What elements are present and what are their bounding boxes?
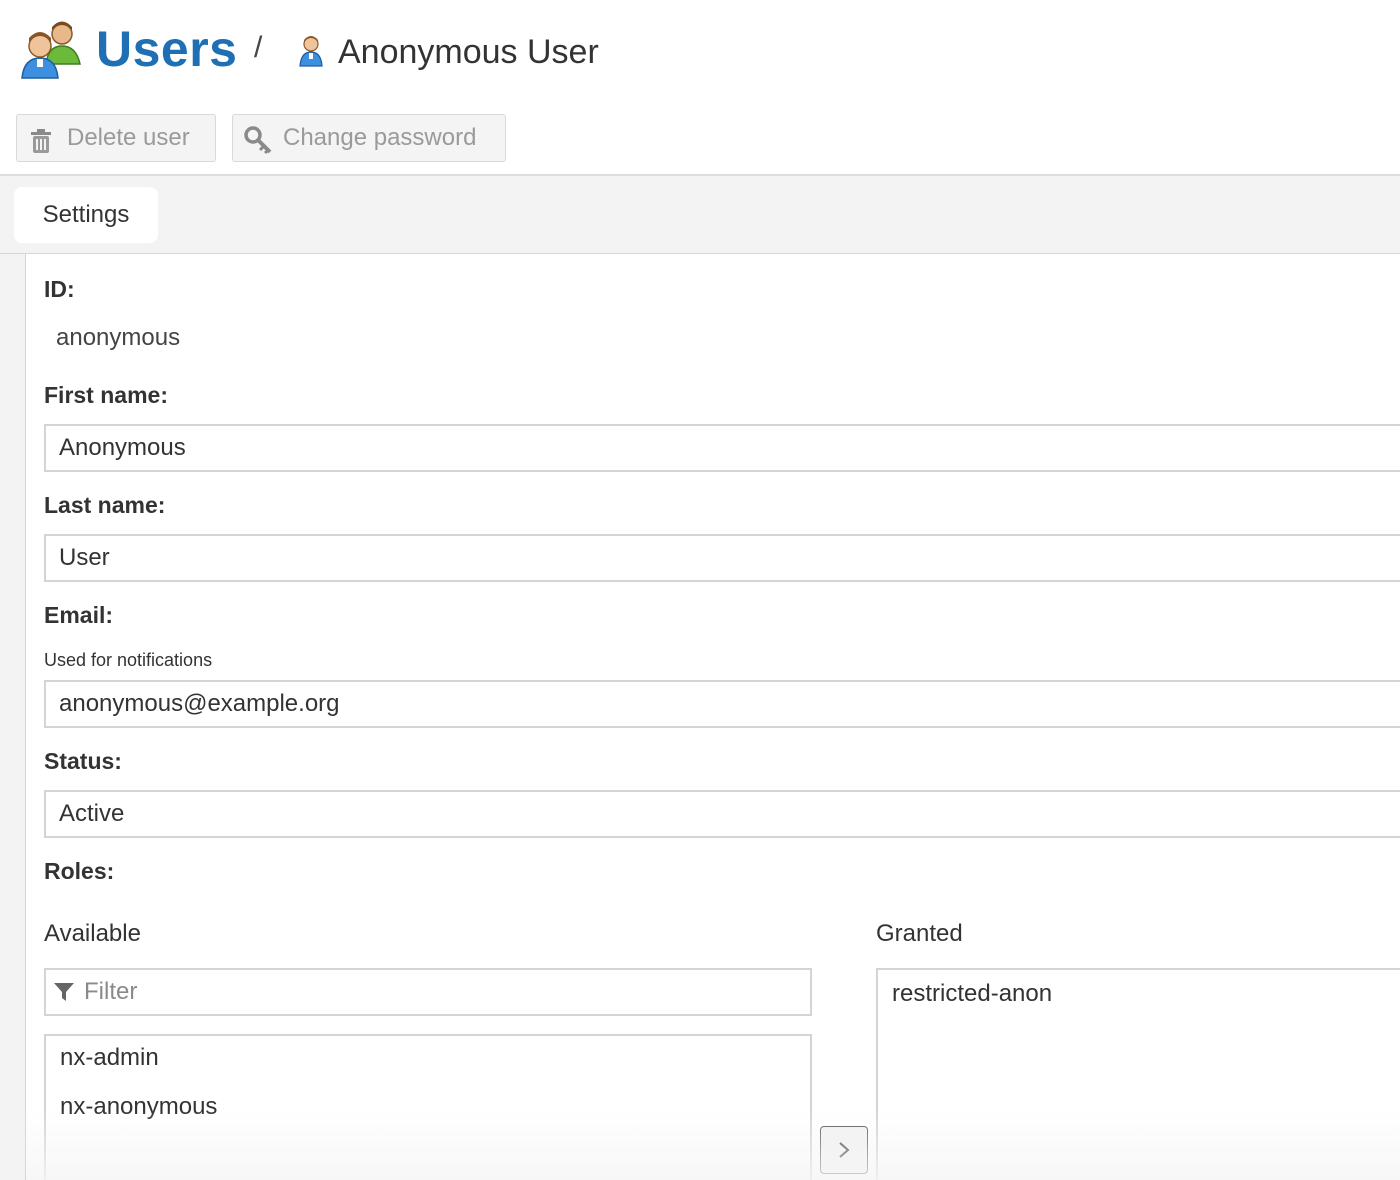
tab-bar: Settings — [0, 174, 1400, 254]
id-label: ID: — [44, 276, 75, 302]
users-group-icon — [20, 18, 84, 80]
breadcrumb: Users / Anonymous User — [0, 0, 1400, 110]
grant-role-button[interactable] — [820, 1126, 868, 1174]
chevron-right-icon — [839, 1142, 850, 1158]
user-icon — [296, 34, 326, 68]
list-item[interactable]: nx-anonymous — [60, 1093, 217, 1121]
last-name-label: Last name: — [44, 492, 166, 518]
change-password-button[interactable]: Change password — [232, 114, 506, 162]
email-field[interactable]: anonymous@example.org — [44, 680, 1400, 728]
email-label: Email: — [44, 602, 114, 628]
id-value: anonymous — [56, 324, 181, 351]
first-name-label: First name: — [44, 382, 168, 408]
granted-roles-list: restricted-anon — [876, 968, 1400, 1180]
change-password-label: Change password — [283, 124, 477, 151]
granted-roles-label: Granted — [876, 920, 963, 947]
list-item[interactable]: nx-admin — [60, 1044, 159, 1072]
page-title: Anonymous User — [338, 33, 599, 71]
trash-icon — [27, 125, 55, 153]
status-select[interactable]: Active — [44, 790, 1400, 838]
delete-user-label: Delete user — [67, 124, 190, 151]
role-filter — [44, 968, 812, 1016]
user-settings-page: Users / Anonymous User Delete user Chang… — [0, 0, 1400, 1180]
last-name-field[interactable]: User — [44, 534, 1400, 582]
filter-icon — [53, 981, 75, 1003]
role-filter-input[interactable] — [84, 970, 784, 1014]
roles-label: Roles: — [44, 858, 115, 884]
tab-settings[interactable]: Settings — [14, 187, 158, 243]
available-roles-label: Available — [44, 920, 141, 947]
email-help-text: Used for notifications — [44, 650, 213, 670]
list-item[interactable]: restricted-anon — [892, 980, 1052, 1008]
delete-user-button[interactable]: Delete user — [16, 114, 216, 162]
first-name-field[interactable]: Anonymous — [44, 424, 1400, 472]
breadcrumb-users-link[interactable]: Users — [96, 18, 238, 80]
status-label: Status: — [44, 748, 122, 774]
breadcrumb-separator: / — [254, 31, 263, 64]
left-gutter — [0, 254, 26, 1180]
key-icon — [243, 125, 272, 155]
available-roles-list: nx-admin nx-anonymous — [44, 1034, 812, 1180]
